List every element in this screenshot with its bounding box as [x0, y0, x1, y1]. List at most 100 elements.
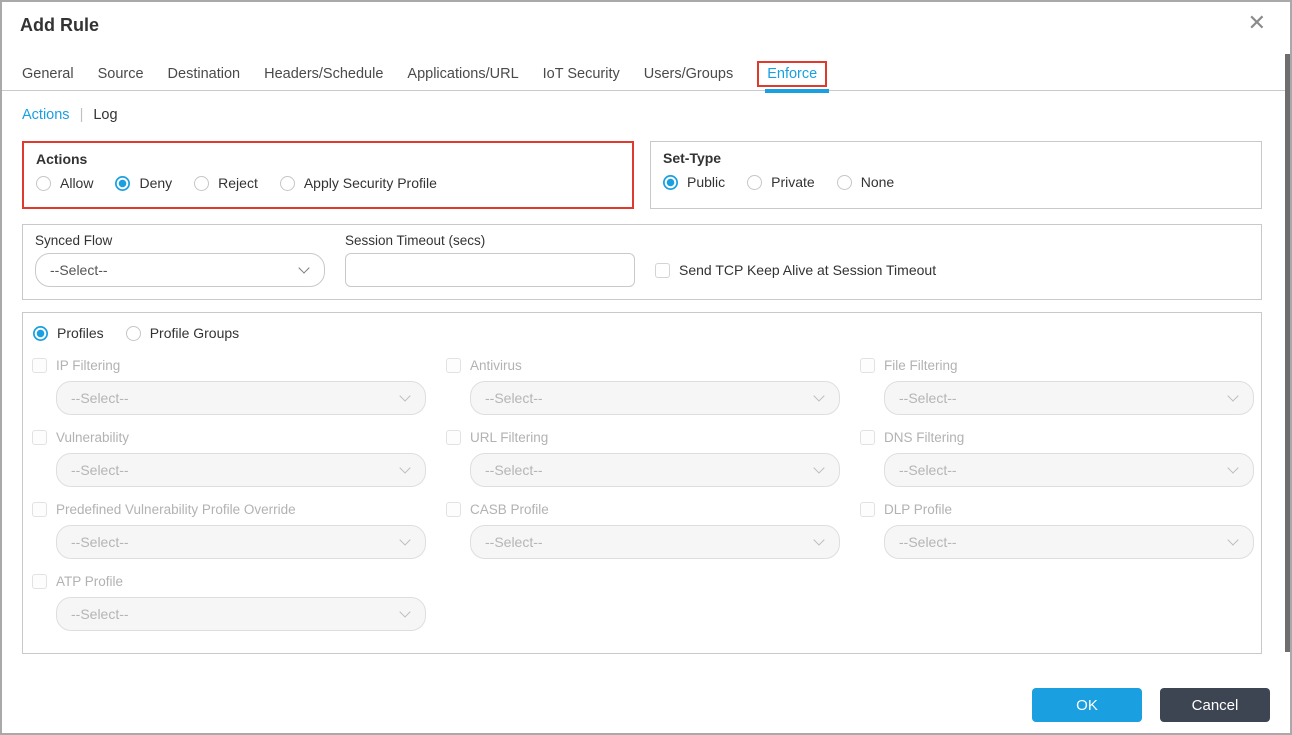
radio-deny-label: Deny [139, 175, 173, 191]
radio-reject[interactable]: Reject [194, 175, 258, 191]
cancel-button[interactable]: Cancel [1160, 688, 1270, 722]
select-value: --Select-- [71, 462, 129, 478]
file-filtering-select: --Select-- [884, 381, 1254, 415]
radio-icon[interactable] [33, 325, 48, 341]
tcp-keep-alive-label: Send TCP Keep Alive at Session Timeout [679, 262, 937, 278]
checkbox-icon[interactable] [446, 357, 461, 373]
select-value: --Select-- [71, 390, 129, 406]
ip-filtering-select: --Select-- [56, 381, 426, 415]
field-file-filtering: File Filtering --Select-- [860, 355, 1254, 415]
radio-none-label: None [860, 174, 895, 190]
tab-source[interactable]: Source [98, 66, 144, 82]
session-timeout-input[interactable] [345, 253, 635, 287]
chevron-down-icon [1227, 390, 1239, 402]
tab-applications-url[interactable]: Applications/URL [407, 66, 518, 82]
set-type-section-title: Set-Type [663, 150, 722, 166]
subnav-log-link[interactable]: Log [93, 107, 117, 123]
tab-enforce[interactable]: Enforce [757, 61, 830, 93]
field-url-filtering: URL Filtering --Select-- [446, 427, 840, 487]
atp-profile-select: --Select-- [56, 597, 426, 631]
checkbox-icon[interactable] [860, 429, 875, 445]
session-timeout-label: Session Timeout (secs) [345, 233, 486, 248]
flow-section: Synced Flow --Select-- Session Timeout (… [22, 224, 1262, 300]
chevron-down-icon [399, 534, 411, 546]
dns-filtering-select: --Select-- [884, 453, 1254, 487]
chevron-down-icon [399, 390, 411, 402]
chevron-down-icon [399, 462, 411, 474]
radio-private[interactable]: Private [747, 174, 815, 190]
tab-destination[interactable]: Destination [168, 66, 241, 82]
radio-deny[interactable]: Deny [115, 175, 172, 191]
field-label: Vulnerability [56, 429, 130, 445]
select-value: --Select-- [485, 390, 543, 406]
radio-icon[interactable] [836, 174, 852, 190]
checkbox-icon[interactable] [860, 501, 875, 517]
field-label: IP Filtering [56, 357, 121, 373]
add-rule-dialog: Add Rule ✕ General Source Destination He… [0, 0, 1292, 735]
radio-profiles[interactable]: Profiles [33, 325, 104, 341]
url-filtering-select: --Select-- [470, 453, 840, 487]
radio-apply-security-profile[interactable]: Apply Security Profile [279, 175, 437, 191]
field-label: DNS Filtering [884, 429, 965, 445]
profiles-section: Profiles Profile Groups IP Filtering --S… [22, 312, 1262, 654]
casb-profile-select: --Select-- [470, 525, 840, 559]
actions-section: Actions Allow Deny Reject Apply Security… [22, 141, 634, 209]
chevron-down-icon [813, 390, 825, 402]
predefined-vulnerability-override-select: --Select-- [56, 525, 426, 559]
close-icon[interactable]: ✕ [1248, 12, 1266, 34]
synced-flow-label: Synced Flow [35, 233, 113, 248]
radio-icon[interactable] [747, 174, 763, 190]
field-label: File Filtering [884, 357, 958, 373]
dlp-profile-select: --Select-- [884, 525, 1254, 559]
radio-allow-label: Allow [60, 175, 94, 191]
radio-public[interactable]: Public [663, 174, 725, 190]
radio-allow[interactable]: Allow [36, 175, 93, 191]
checkbox-icon[interactable] [32, 573, 47, 589]
select-value: --Select-- [71, 606, 129, 622]
checkbox-icon[interactable] [655, 262, 670, 278]
checkbox-icon[interactable] [446, 501, 461, 517]
radio-public-label: Public [687, 174, 726, 190]
chevron-down-icon [298, 262, 310, 274]
checkbox-icon[interactable] [860, 357, 875, 373]
radio-icon[interactable] [125, 325, 141, 341]
chevron-down-icon [1227, 462, 1239, 474]
radio-reject-label: Reject [218, 175, 258, 191]
tab-headers-schedule[interactable]: Headers/Schedule [264, 66, 383, 82]
select-value: --Select-- [485, 534, 543, 550]
field-antivirus: Antivirus --Select-- [446, 355, 840, 415]
synced-flow-select[interactable]: --Select-- [35, 253, 325, 287]
field-atp-profile: ATP Profile --Select-- [32, 571, 426, 631]
radio-none[interactable]: None [836, 174, 895, 190]
tcp-keep-alive-option[interactable]: Send TCP Keep Alive at Session Timeout [655, 262, 936, 278]
tab-bar: General Source Destination Headers/Sched… [2, 58, 1290, 93]
enforce-subnav: Actions | Log [22, 107, 118, 123]
radio-icon[interactable] [194, 175, 210, 191]
subnav-actions-link[interactable]: Actions [22, 107, 70, 123]
checkbox-icon[interactable] [446, 429, 461, 445]
checkbox-icon[interactable] [32, 357, 47, 373]
radio-icon[interactable] [663, 174, 678, 190]
checkbox-icon[interactable] [32, 429, 47, 445]
field-predefined-vulnerability-profile-override: Predefined Vulnerability Profile Overrid… [32, 499, 426, 559]
vulnerability-select: --Select-- [56, 453, 426, 487]
tab-general[interactable]: General [22, 66, 74, 82]
radio-icon[interactable] [279, 175, 295, 191]
tab-iot-security[interactable]: IoT Security [543, 66, 620, 82]
field-label: CASB Profile [470, 501, 549, 517]
tab-users-groups[interactable]: Users/Groups [644, 66, 733, 82]
radio-profile-groups[interactable]: Profile Groups [125, 325, 239, 341]
checkbox-icon[interactable] [32, 501, 47, 517]
chevron-down-icon [1227, 534, 1239, 546]
set-type-section: Set-Type Public Private None [650, 141, 1262, 209]
radio-apply-security-profile-label: Apply Security Profile [303, 175, 437, 191]
radio-icon[interactable] [115, 175, 131, 191]
vertical-scrollbar[interactable] [1285, 54, 1290, 652]
radio-icon[interactable] [36, 175, 51, 191]
antivirus-select: --Select-- [470, 381, 840, 415]
select-value: --Select-- [71, 534, 129, 550]
field-label: URL Filtering [470, 429, 549, 445]
field-ip-filtering: IP Filtering --Select-- [32, 355, 426, 415]
chevron-down-icon [399, 606, 411, 618]
ok-button[interactable]: OK [1032, 688, 1142, 722]
